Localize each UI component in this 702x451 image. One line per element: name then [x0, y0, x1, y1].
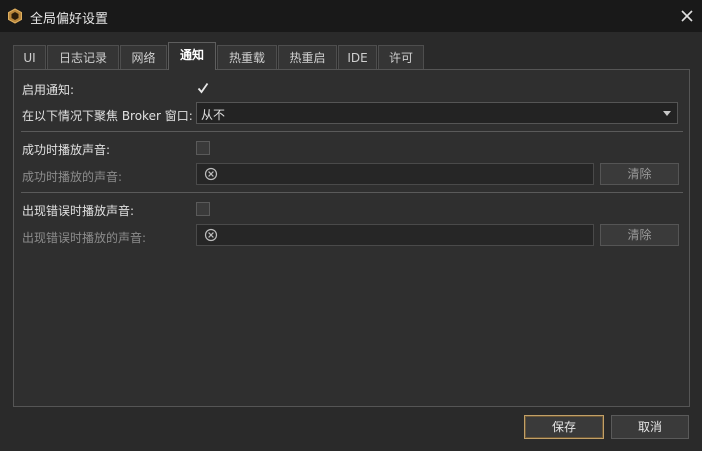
- success-sound-label: 成功时播放声音:: [22, 143, 111, 157]
- error-sound-label: 出现错误时播放声音:: [22, 204, 135, 218]
- notifications-panel: 启用通知: 在以下情况下聚焦 Broker 窗口: 从不 成功时播放声音: 成功…: [13, 69, 690, 407]
- success-sound-path-field[interactable]: [196, 163, 594, 185]
- tab-license[interactable]: 许可: [378, 45, 424, 70]
- divider: [21, 192, 683, 193]
- focus-broker-dropdown[interactable]: 从不: [196, 102, 678, 124]
- save-button[interactable]: 保存: [524, 415, 604, 439]
- tab-logging[interactable]: 日志记录: [47, 45, 119, 70]
- success-sound-checkbox[interactable]: [196, 141, 210, 155]
- cancel-button[interactable]: 取消: [611, 415, 689, 439]
- enable-notifications-checkbox[interactable]: [196, 81, 210, 95]
- dropdown-arrow-icon: [663, 111, 671, 116]
- focus-broker-value: 从不: [201, 108, 226, 122]
- error-clear-button[interactable]: 清除: [600, 224, 679, 246]
- success-clear-button[interactable]: 清除: [600, 163, 679, 185]
- tab-notifications[interactable]: 通知: [168, 42, 216, 70]
- tab-ide[interactable]: IDE: [338, 45, 377, 70]
- error-sound-path-field[interactable]: [196, 224, 594, 246]
- clear-x-circle-icon[interactable]: [204, 228, 218, 242]
- tab-hot-reload[interactable]: 热重载: [217, 45, 277, 70]
- checkmark-icon: [197, 82, 209, 94]
- success-sound-file-label: 成功时播放的声音:: [22, 170, 123, 184]
- close-button[interactable]: [672, 0, 702, 32]
- focus-broker-label: 在以下情况下聚焦 Broker 窗口:: [22, 109, 193, 123]
- divider: [21, 131, 683, 132]
- window-title: 全局偏好设置: [30, 12, 109, 27]
- tab-ui[interactable]: UI: [13, 45, 46, 70]
- close-icon: [681, 10, 693, 22]
- tab-hot-restart[interactable]: 热重启: [278, 45, 337, 70]
- error-sound-file-label: 出现错误时播放的声音:: [22, 231, 147, 245]
- clear-x-circle-icon[interactable]: [204, 167, 218, 181]
- enable-notifications-label: 启用通知:: [22, 83, 75, 97]
- unreal-broker-icon: [8, 8, 22, 24]
- error-sound-checkbox[interactable]: [196, 202, 210, 216]
- title-bar: 全局偏好设置: [0, 0, 702, 32]
- tab-network[interactable]: 网络: [120, 45, 167, 70]
